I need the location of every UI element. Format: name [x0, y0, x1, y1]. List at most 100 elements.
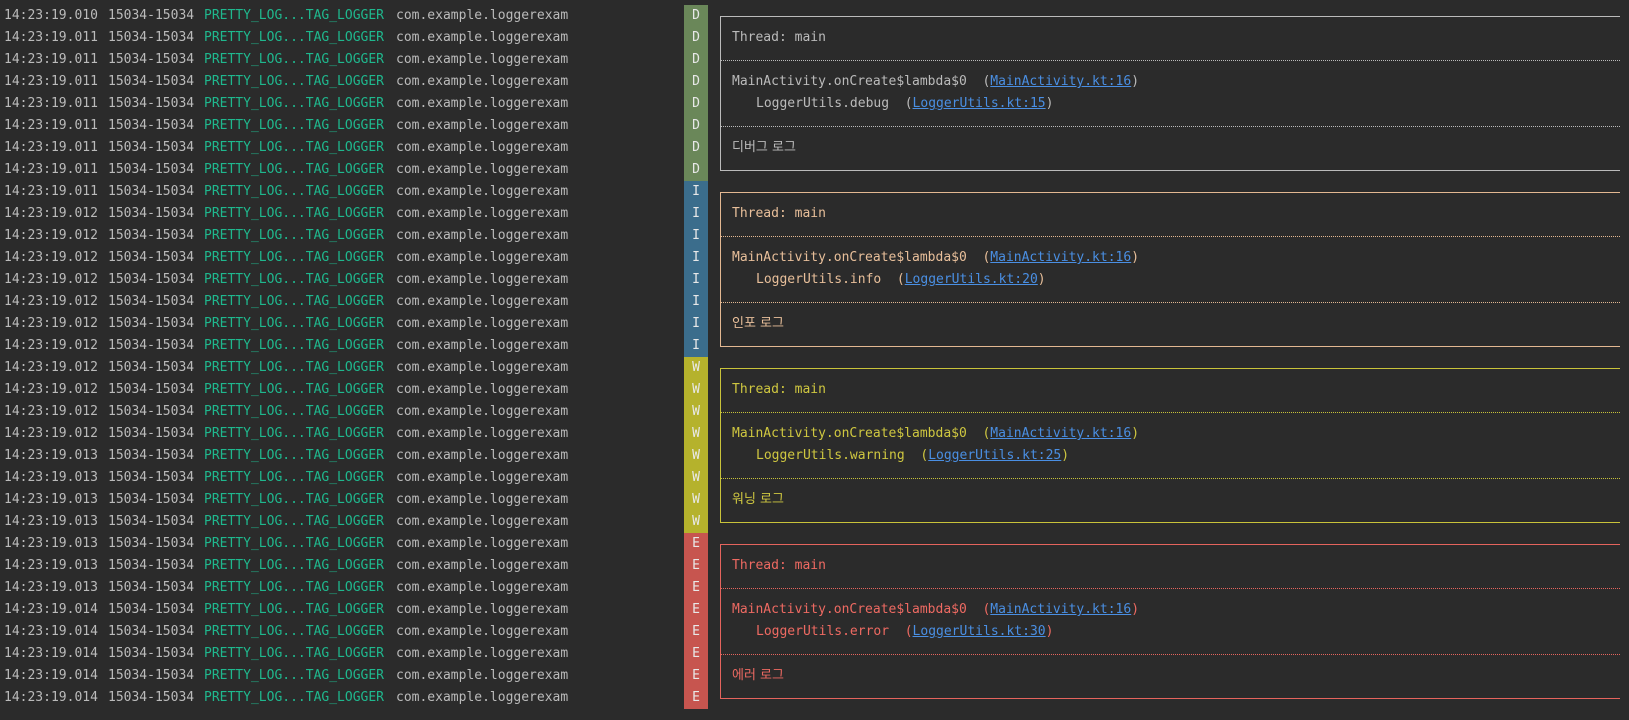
log-package: com.example.loggerexam: [396, 96, 569, 111]
log-tag: PRETTY_LOG...TAG_LOGGER: [204, 140, 385, 155]
source-link[interactable]: MainActivity.kt:16: [990, 426, 1131, 441]
log-tag: PRETTY_LOG...TAG_LOGGER: [204, 668, 385, 683]
box-text-row: Thread: main: [732, 203, 826, 225]
log-message: 에러 로그: [732, 668, 784, 683]
box-text-row: Thread: main: [732, 555, 826, 577]
log-level-badge: E: [684, 643, 708, 665]
source-link[interactable]: LoggerUtils.kt:15: [913, 96, 1046, 111]
log-pid-tid: 15034-15034: [108, 382, 195, 397]
thread-label: Thread: main: [732, 30, 826, 45]
log-package: com.example.loggerexam: [396, 624, 569, 639]
log-pid-tid: 15034-15034: [108, 690, 195, 705]
log-tag: PRETTY_LOG...TAG_LOGGER: [204, 52, 385, 67]
log-tag: PRETTY_LOG...TAG_LOGGER: [204, 470, 385, 485]
log-tag: PRETTY_LOG...TAG_LOGGER: [204, 184, 385, 199]
box-border-left: [720, 247, 721, 269]
log-tag: PRETTY_LOG...TAG_LOGGER: [204, 580, 385, 595]
log-tag: PRETTY_LOG...TAG_LOGGER: [204, 96, 385, 111]
caller-method: MainActivity.onCreate$lambda$0: [732, 426, 967, 441]
log-timestamp: 14:23:19.011: [4, 184, 98, 199]
thread-label: Thread: main: [732, 206, 826, 221]
log-level-badge: I: [684, 225, 708, 247]
log-pid-tid: 15034-15034: [108, 338, 195, 353]
log-pid-tid: 15034-15034: [108, 250, 195, 265]
box-text-row: Thread: main: [732, 379, 826, 401]
log-timestamp: 14:23:19.012: [4, 360, 98, 375]
log-pid-tid: 15034-15034: [108, 514, 195, 529]
log-pid-tid: 15034-15034: [108, 492, 195, 507]
log-pid-tid: 15034-15034: [108, 272, 195, 287]
log-timestamp: 14:23:19.013: [4, 514, 98, 529]
box-separator: [720, 588, 1620, 589]
source-link[interactable]: MainActivity.kt:16: [990, 602, 1131, 617]
log-package: com.example.loggerexam: [396, 228, 569, 243]
log-package: com.example.loggerexam: [396, 602, 569, 617]
log-level-badge: W: [684, 357, 708, 379]
log-package: com.example.loggerexam: [396, 184, 569, 199]
caller-method: MainActivity.onCreate$lambda$0: [732, 602, 967, 617]
box-text-row: LoggerUtils.info (LoggerUtils.kt:20): [756, 269, 1046, 291]
log-package: com.example.loggerexam: [396, 690, 569, 705]
box-border-left: [720, 203, 721, 225]
log-tag: PRETTY_LOG...TAG_LOGGER: [204, 338, 385, 353]
log-pid-tid: 15034-15034: [108, 470, 195, 485]
box-border-left: [720, 16, 721, 27]
log-timestamp: 14:23:19.013: [4, 536, 98, 551]
paren-open: (: [966, 426, 991, 441]
log-timestamp: 14:23:19.011: [4, 74, 98, 89]
log-pid-tid: 15034-15034: [108, 206, 195, 221]
log-tag: PRETTY_LOG...TAG_LOGGER: [204, 162, 385, 177]
log-package: com.example.loggerexam: [396, 668, 569, 683]
source-link[interactable]: LoggerUtils.kt:25: [928, 448, 1061, 463]
log-package: com.example.loggerexam: [396, 294, 569, 309]
box-border-left: [720, 687, 721, 698]
log-pid-tid: 15034-15034: [108, 448, 195, 463]
source-link[interactable]: LoggerUtils.kt:30: [913, 624, 1046, 639]
log-timestamp: 14:23:19.011: [4, 30, 98, 45]
box-separator: [720, 302, 1620, 303]
log-timestamp: 14:23:19.012: [4, 426, 98, 441]
log-package: com.example.loggerexam: [396, 382, 569, 397]
box-text-row: Thread: main: [732, 27, 826, 49]
log-row[interactable]: 14:23:19.014 15034-15034 PRETTY_LOG...TAG_…: [0, 665, 1629, 687]
source-link[interactable]: LoggerUtils.kt:20: [905, 272, 1038, 287]
box-border-left: [720, 137, 721, 159]
log-package: com.example.loggerexam: [396, 448, 569, 463]
paren-open: (: [881, 272, 905, 287]
box-text-row: 디버그 로그: [732, 137, 796, 159]
log-pid-tid: 15034-15034: [108, 162, 195, 177]
log-tag: PRETTY_LOG...TAG_LOGGER: [204, 316, 385, 331]
box-border-left: [720, 27, 721, 49]
log-pid-tid: 15034-15034: [108, 294, 195, 309]
log-tag: PRETTY_LOG...TAG_LOGGER: [204, 492, 385, 507]
box-border-left: [720, 511, 721, 522]
log-pid-tid: 15034-15034: [108, 536, 195, 551]
log-row[interactable]: 14:23:19.011 15034-15034 PRETTY_LOG...TAG_…: [0, 137, 1629, 159]
box-border-left: [720, 313, 721, 335]
log-row[interactable]: 14:23:19.012 15034-15034 PRETTY_LOG...TAG_…: [0, 313, 1629, 335]
log-level-badge: W: [684, 489, 708, 511]
log-timestamp: 14:23:19.011: [4, 162, 98, 177]
box-border-top: [720, 192, 1620, 193]
logcat-panel[interactable]: 14:23:19.010 15034-15034 PRETTY_LOG...TAG_…: [0, 0, 1629, 720]
box-text-row: LoggerUtils.warning (LoggerUtils.kt:25): [756, 445, 1069, 467]
box-border-top: [720, 16, 1620, 17]
log-package: com.example.loggerexam: [396, 558, 569, 573]
log-timestamp: 14:23:19.014: [4, 624, 98, 639]
log-level-badge: D: [684, 27, 708, 49]
paren-close: ): [1061, 448, 1070, 463]
log-pid-tid: 15034-15034: [108, 228, 195, 243]
box-border-left: [720, 544, 721, 555]
source-link[interactable]: MainActivity.kt:16: [990, 74, 1131, 89]
log-package: com.example.loggerexam: [396, 514, 569, 529]
log-tag: PRETTY_LOG...TAG_LOGGER: [204, 536, 385, 551]
log-pid-tid: 15034-15034: [108, 8, 195, 23]
box-border-left: [720, 335, 721, 346]
log-level-badge: W: [684, 423, 708, 445]
log-level-badge: D: [684, 159, 708, 181]
log-level-badge: W: [684, 401, 708, 423]
log-row[interactable]: 14:23:19.013 15034-15034 PRETTY_LOG...TAG_…: [0, 489, 1629, 511]
source-link[interactable]: MainActivity.kt:16: [990, 250, 1131, 265]
log-timestamp: 14:23:19.010: [4, 8, 98, 23]
log-pid-tid: 15034-15034: [108, 52, 195, 67]
